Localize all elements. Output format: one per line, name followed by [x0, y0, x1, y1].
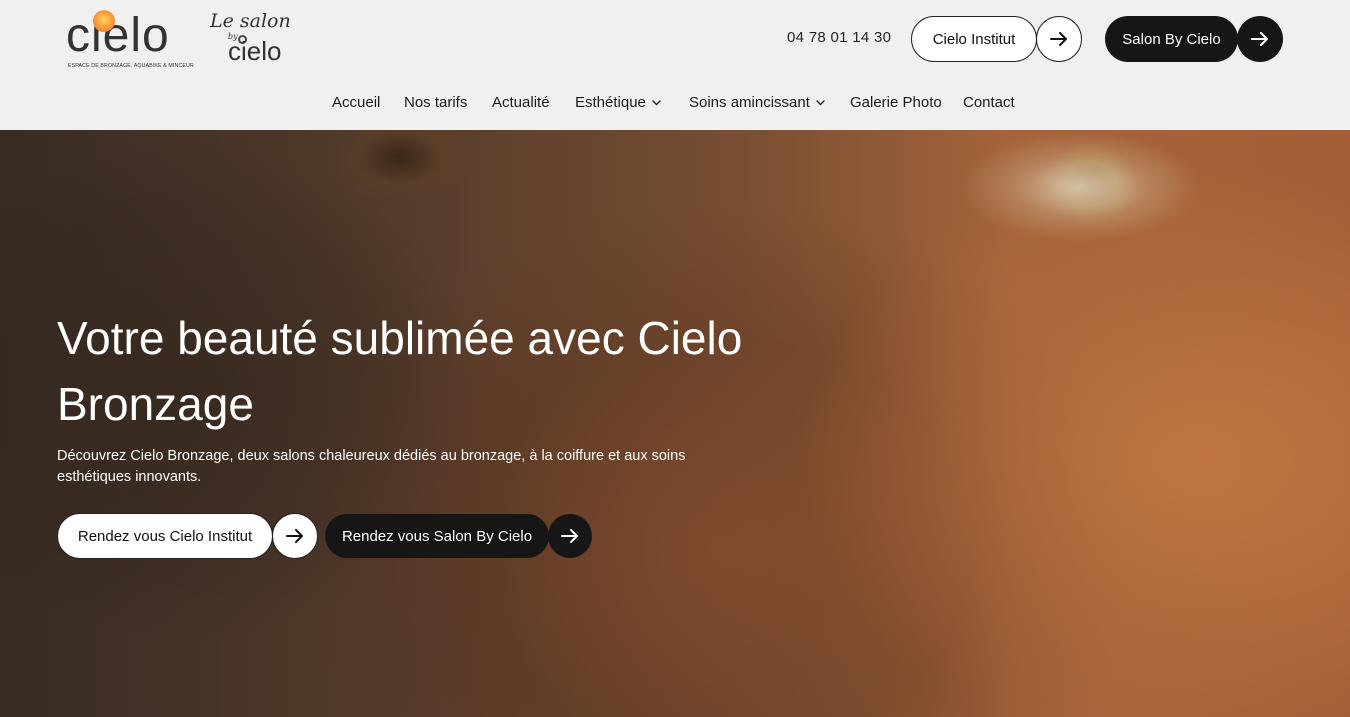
cta-salon-by-cielo-button[interactable]: Rendez vous Salon By Cielo: [325, 514, 549, 558]
nav-item-label: Galerie Photo: [850, 94, 942, 111]
salon-by-cielo-button[interactable]: Salon By Cielo: [1105, 16, 1238, 62]
chevron-down-icon: [816, 99, 825, 105]
hero-section: Votre beauté sublimée avec Cielo Bronzag…: [0, 130, 1350, 717]
cielo-institut-arrow-button[interactable]: [1036, 16, 1082, 62]
arrow-right-icon: [1251, 32, 1268, 46]
cielo-logo-tagline: ESPACE DE BRONZAGE, AQUABIKE & MINCEUR: [68, 63, 194, 69]
salon-by-cielo-arrow-button[interactable]: [1237, 16, 1283, 62]
nav-item-label: Accueil: [332, 94, 381, 111]
nav-item-nos-tarifs[interactable]: Nos tarifs: [404, 94, 467, 111]
sun-icon: [93, 10, 115, 32]
cta-cielo-institut-arrow-button[interactable]: [272, 513, 318, 559]
cta-salon-by-cielo-arrow-button[interactable]: [548, 514, 592, 558]
salon-by-cielo-logo[interactable]: Le salon by cielo: [208, 12, 308, 66]
nav-item-esthetique[interactable]: Esthétique: [575, 94, 661, 111]
cielo-logo[interactable]: cielo ESPACE DE BRONZAGE, AQUABIKE & MIN…: [64, 8, 198, 72]
main-nav: Accueil Nos tarifs Actualité Esthétique …: [0, 94, 1350, 116]
nav-item-label: Esthétique: [575, 94, 646, 111]
nav-item-label: Actualité: [492, 94, 550, 111]
nav-item-galerie-photo[interactable]: Galerie Photo: [850, 94, 942, 111]
nav-item-label: Soins amincissant: [689, 94, 810, 111]
cielo-institut-button[interactable]: Cielo Institut: [911, 16, 1037, 62]
hero-content: Votre beauté sublimée avec Cielo Bronzag…: [0, 130, 1350, 717]
salon-logo-le: Le salon: [210, 10, 291, 32]
arrow-right-icon: [561, 529, 578, 543]
nav-item-soins-amincissant[interactable]: Soins amincissant: [689, 94, 825, 111]
chevron-down-icon: [652, 99, 661, 105]
nav-item-label: Contact: [963, 94, 1015, 111]
nav-item-actualite[interactable]: Actualité: [492, 94, 550, 111]
hero-title: Votre beauté sublimée avec Cielo Bronzag…: [57, 312, 743, 430]
cta-cielo-institut-button[interactable]: Rendez vous Cielo Institut: [57, 513, 273, 559]
hero-description: Découvrez Cielo Bronzage, deux salons ch…: [57, 448, 686, 485]
arrow-right-icon: [286, 529, 303, 543]
phone-number-link[interactable]: 04 78 01 14 30: [787, 29, 891, 46]
salon-logo-word: cielo: [228, 36, 282, 66]
arrow-right-icon: [1050, 32, 1067, 46]
nav-item-accueil[interactable]: Accueil: [332, 94, 380, 111]
cielo-logo-word: cielo: [66, 9, 170, 62]
nav-item-label: Nos tarifs: [404, 94, 468, 111]
nav-item-contact[interactable]: Contact: [963, 94, 1015, 111]
site-header: cielo ESPACE DE BRONZAGE, AQUABIKE & MIN…: [0, 0, 1350, 130]
